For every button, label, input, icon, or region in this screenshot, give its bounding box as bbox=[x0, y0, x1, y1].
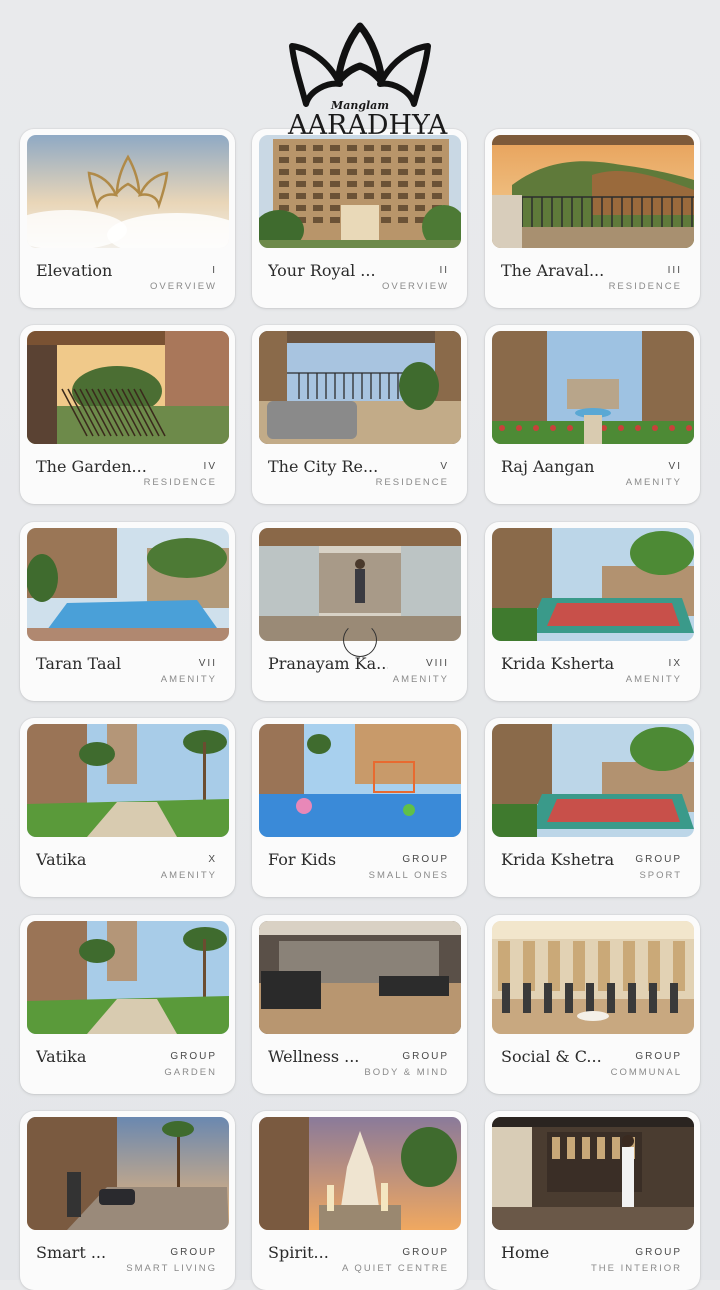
card-category: A QUIET CENTRE bbox=[341, 1263, 449, 1274]
gallery-card[interactable]: Vatika GROUP GARDEN bbox=[20, 915, 235, 1094]
card-category: BODY & MIND bbox=[364, 1067, 449, 1078]
card-number: GROUP bbox=[635, 854, 682, 865]
brand-title: AARADHYA bbox=[288, 110, 448, 141]
card-thumbnail[interactable] bbox=[492, 921, 694, 1034]
gallery-card[interactable]: Social & C... GROUP COMMUNAL bbox=[485, 915, 700, 1094]
card-category: GARDEN bbox=[164, 1067, 217, 1078]
card-category: AMENITY bbox=[160, 674, 217, 685]
card-thumbnail[interactable] bbox=[27, 528, 229, 641]
card-thumbnail[interactable] bbox=[492, 1117, 694, 1230]
card-title: Taran Taal bbox=[36, 654, 122, 673]
card-title: Wellness ... bbox=[268, 1047, 360, 1066]
card-category: RESIDENCE bbox=[608, 281, 682, 292]
gallery-card[interactable]: Vatika X AMENITY bbox=[20, 718, 235, 897]
card-category: SMART LIVING bbox=[126, 1263, 217, 1274]
gallery-card[interactable]: Pranayam Ka... VIII AMENITY bbox=[252, 522, 467, 701]
card-number: X bbox=[208, 854, 217, 865]
brand-logo: Manglam AARADHYA bbox=[288, 20, 448, 150]
gallery-card[interactable]: Your Royal ... II OVERVIEW bbox=[252, 129, 467, 308]
card-thumbnail[interactable] bbox=[492, 135, 694, 248]
card-title: Krida Kshetra bbox=[501, 850, 615, 869]
card-category: SPORT bbox=[639, 870, 682, 881]
card-title: Your Royal ... bbox=[268, 261, 376, 280]
card-thumbnail[interactable] bbox=[492, 724, 694, 837]
card-thumbnail[interactable] bbox=[259, 921, 461, 1034]
gallery-card[interactable]: Krida Ksherta IX AMENITY bbox=[485, 522, 700, 701]
card-title: Home bbox=[501, 1243, 550, 1262]
card-number: GROUP bbox=[635, 1051, 682, 1062]
gallery-card[interactable]: Raj Aangan VI AMENITY bbox=[485, 325, 700, 504]
card-category: AMENITY bbox=[625, 477, 682, 488]
card-number: GROUP bbox=[402, 1051, 449, 1062]
card-number: GROUP bbox=[402, 1247, 449, 1258]
card-thumbnail[interactable] bbox=[27, 331, 229, 444]
lotus-logo-icon bbox=[289, 22, 431, 107]
card-title: Social & C... bbox=[501, 1047, 602, 1066]
card-thumbnail[interactable] bbox=[27, 921, 229, 1034]
card-category: THE INTERIOR bbox=[590, 1263, 682, 1274]
card-title: Pranayam Ka... bbox=[268, 654, 388, 673]
card-title: Vatika bbox=[36, 1047, 87, 1066]
card-category: RESIDENCE bbox=[143, 477, 217, 488]
card-thumbnail[interactable] bbox=[492, 331, 694, 444]
card-category: AMENITY bbox=[392, 674, 449, 685]
card-number: GROUP bbox=[170, 1051, 217, 1062]
card-number: V bbox=[440, 461, 449, 472]
card-category: AMENITY bbox=[625, 674, 682, 685]
card-title: Vatika bbox=[36, 850, 87, 869]
gallery-card[interactable]: The Araval... III RESIDENCE bbox=[485, 129, 700, 308]
card-thumbnail[interactable] bbox=[27, 1117, 229, 1230]
card-number: VIII bbox=[425, 658, 449, 669]
gallery-card[interactable]: Smart ... GROUP SMART LIVING bbox=[20, 1111, 235, 1290]
card-title: The City Re... bbox=[268, 457, 379, 476]
card-thumbnail[interactable] bbox=[259, 135, 461, 248]
card-thumbnail[interactable] bbox=[27, 135, 229, 248]
card-title: Elevation bbox=[36, 261, 113, 280]
gallery-card[interactable]: Wellness ... GROUP BODY & MIND bbox=[252, 915, 467, 1094]
card-title: For Kids bbox=[268, 850, 337, 869]
card-thumbnail[interactable] bbox=[259, 1117, 461, 1230]
card-number: VII bbox=[198, 658, 217, 669]
card-title: Krida Ksherta bbox=[501, 654, 615, 673]
card-title: The Garden... bbox=[36, 457, 147, 476]
card-category: OVERVIEW bbox=[381, 281, 449, 292]
gallery-card[interactable]: Krida Kshetra GROUP SPORT bbox=[485, 718, 700, 897]
card-number: IV bbox=[203, 461, 217, 472]
card-title: Smart ... bbox=[36, 1243, 107, 1262]
card-category: AMENITY bbox=[160, 870, 217, 881]
card-thumbnail[interactable] bbox=[492, 528, 694, 641]
gallery-card[interactable]: Spirit... GROUP A QUIET CENTRE bbox=[252, 1111, 467, 1290]
touch-indicator bbox=[343, 623, 377, 657]
card-title: Raj Aangan bbox=[501, 457, 595, 476]
card-thumbnail[interactable] bbox=[259, 724, 461, 837]
card-number: GROUP bbox=[170, 1247, 217, 1258]
gallery-card[interactable]: The Garden... IV RESIDENCE bbox=[20, 325, 235, 504]
gallery-card[interactable]: Home GROUP THE INTERIOR bbox=[485, 1111, 700, 1290]
card-category: SMALL ONES bbox=[368, 870, 449, 881]
card-number: VI bbox=[668, 461, 682, 472]
gallery-card[interactable]: The City Re... V RESIDENCE bbox=[252, 325, 467, 504]
gallery-card[interactable]: For Kids GROUP SMALL ONES bbox=[252, 718, 467, 897]
card-title: The Araval... bbox=[501, 261, 605, 280]
card-number: I bbox=[212, 265, 217, 276]
card-number: IX bbox=[668, 658, 682, 669]
card-number: III bbox=[667, 265, 682, 276]
card-category: COMMUNAL bbox=[610, 1067, 682, 1078]
card-number: GROUP bbox=[635, 1247, 682, 1258]
card-number: II bbox=[439, 265, 449, 276]
card-category: RESIDENCE bbox=[375, 477, 449, 488]
card-thumbnail[interactable] bbox=[259, 331, 461, 444]
card-thumbnail[interactable] bbox=[27, 724, 229, 837]
card-title: Spirit... bbox=[268, 1243, 329, 1262]
gallery-card[interactable]: Taran Taal VII AMENITY bbox=[20, 522, 235, 701]
gallery-card[interactable]: Elevation I OVERVIEW bbox=[20, 129, 235, 308]
card-number: GROUP bbox=[402, 854, 449, 865]
card-category: OVERVIEW bbox=[149, 281, 217, 292]
